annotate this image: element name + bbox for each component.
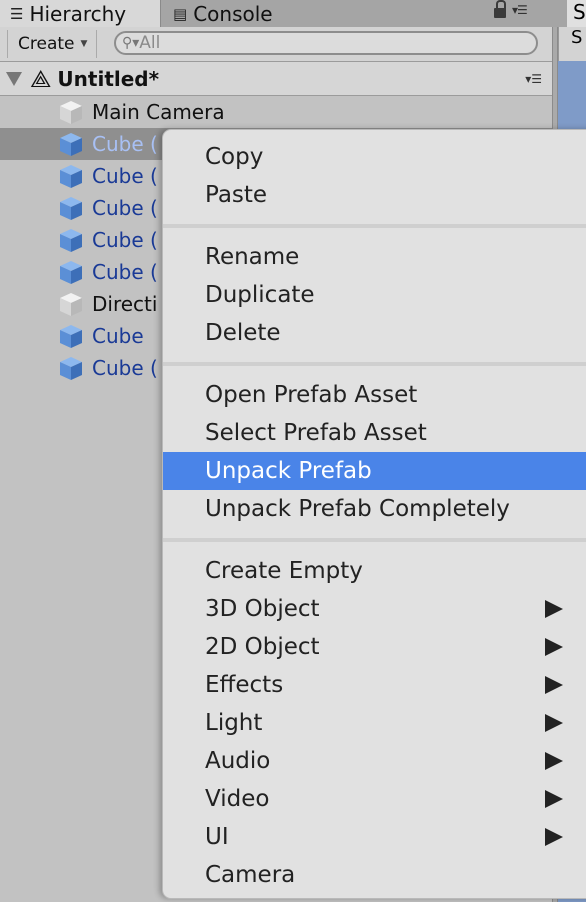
- prefab-cube-icon: [58, 259, 84, 285]
- menu-item-create-empty[interactable]: Create Empty: [163, 552, 586, 590]
- prefab-cube-icon: [58, 323, 84, 349]
- menu-separator: [163, 224, 586, 228]
- submenu-arrow-icon: [545, 790, 563, 808]
- menu-item-label: Effects: [205, 672, 284, 698]
- menu-item-label: Duplicate: [205, 282, 315, 308]
- unity-logo-icon: ⟁: [30, 64, 52, 93]
- tab-hierarchy[interactable]: ☰ Hierarchy: [0, 0, 161, 27]
- tab-hierarchy-label: Hierarchy: [29, 1, 127, 26]
- menu-item-label: Paste: [205, 182, 268, 208]
- gameobject-icon: [58, 291, 84, 317]
- menu-item-select-prefab-asset[interactable]: Select Prefab Asset: [163, 414, 586, 452]
- submenu-arrow-icon: [545, 600, 563, 618]
- menu-item-open-prefab-asset[interactable]: Open Prefab Asset: [163, 376, 586, 414]
- menu-item-paste[interactable]: Paste: [163, 176, 586, 214]
- context-menu: Copy Paste Rename Duplicate Delete Open Prefa…: [162, 129, 586, 899]
- menu-item-video[interactable]: Video: [163, 780, 586, 818]
- tab-bar: ☰ Hierarchy ▤ Console ▾☰ S: [0, 0, 586, 27]
- foldout-arrow-icon[interactable]: [6, 71, 22, 86]
- prefab-cube-icon: [58, 227, 84, 253]
- menu-item-label: Unpack Prefab Completely: [205, 496, 510, 522]
- list-icon: ☰: [10, 4, 24, 23]
- menu-item-unpack-prefab-completely[interactable]: Unpack Prefab Completely: [163, 490, 586, 528]
- hierarchy-item-label: Main Camera: [92, 100, 225, 124]
- prefab-cube-icon: [58, 163, 84, 189]
- gameobject-icon: [58, 99, 84, 125]
- menu-item-audio[interactable]: Audio: [163, 742, 586, 780]
- scene-menu-icon[interactable]: ▾☰: [525, 72, 542, 86]
- tab-console[interactable]: ▤ Console: [163, 0, 383, 27]
- menu-item-effects[interactable]: Effects: [163, 666, 586, 704]
- menu-item-3d-object[interactable]: 3D Object: [163, 590, 586, 628]
- menu-item-label: Unpack Prefab: [205, 458, 372, 484]
- submenu-arrow-icon: [545, 714, 563, 732]
- menu-item-delete[interactable]: Delete: [163, 314, 586, 352]
- menu-item-label: 2D Object: [205, 634, 320, 660]
- submenu-arrow-icon: [545, 676, 563, 694]
- menu-item-light[interactable]: Light: [163, 704, 586, 742]
- menu-item-unpack-prefab[interactable]: Unpack Prefab: [163, 452, 586, 490]
- menu-item-label: Open Prefab Asset: [205, 382, 418, 408]
- hierarchy-item-label: Cube (: [92, 196, 158, 220]
- scene-toolbar: S: [558, 27, 586, 61]
- submenu-arrow-icon: [545, 638, 563, 656]
- menu-item-2d-object[interactable]: 2D Object: [163, 628, 586, 666]
- menu-item-duplicate[interactable]: Duplicate: [163, 276, 586, 314]
- panel-menu-icon[interactable]: ▾☰: [512, 3, 528, 17]
- submenu-arrow-icon: [545, 752, 563, 770]
- hierarchy-item-label: Cube (: [92, 356, 158, 380]
- submenu-arrow-icon: [545, 828, 563, 846]
- hierarchy-item-label: Cube (: [92, 164, 158, 188]
- hierarchy-item-label: Cube (: [92, 228, 158, 252]
- chevron-down-icon: ▼: [80, 39, 88, 49]
- menu-separator: [163, 362, 586, 366]
- menu-item-label: Camera: [205, 862, 296, 888]
- hierarchy-item-label: Directi: [92, 292, 158, 316]
- menu-item-label: Create Empty: [205, 558, 363, 584]
- tab-controls: ▾☰: [494, 0, 528, 18]
- menu-item-label: Audio: [205, 748, 271, 774]
- menu-item-label: Select Prefab Asset: [205, 420, 427, 446]
- console-icon: ▤: [173, 4, 188, 23]
- hierarchy-toolbar: Create ▼ ⚲▾ All: [0, 27, 552, 62]
- menu-item-label: Copy: [205, 144, 264, 170]
- menu-item-copy[interactable]: Copy: [163, 138, 586, 176]
- menu-item-label: Delete: [205, 320, 281, 346]
- menu-item-label: UI: [205, 824, 229, 850]
- prefab-cube-icon: [58, 355, 84, 381]
- hierarchy-item-label: Cube (: [92, 260, 158, 284]
- menu-item-label: Light: [205, 710, 263, 736]
- menu-item-camera[interactable]: Camera: [163, 856, 586, 894]
- menu-item-label: Rename: [205, 244, 300, 270]
- tab-console-label: Console: [193, 1, 273, 26]
- menu-item-rename[interactable]: Rename: [163, 238, 586, 276]
- search-input[interactable]: ⚲▾ All: [114, 31, 538, 55]
- create-label: Create: [18, 34, 75, 54]
- prefab-cube-icon: [58, 131, 84, 157]
- hierarchy-item-label: Cube: [92, 324, 144, 348]
- scene-name: Untitled*: [57, 66, 160, 91]
- menu-item-label: Video: [205, 786, 270, 812]
- lock-icon[interactable]: [494, 0, 506, 18]
- menu-separator: [163, 538, 586, 542]
- scene-header[interactable]: ⟁ Untitled* ▾☰: [0, 62, 552, 96]
- search-placeholder: All: [139, 33, 161, 53]
- prefab-cube-icon: [58, 195, 84, 221]
- menu-item-label: 3D Object: [205, 596, 320, 622]
- hierarchy-item-label: Cube (: [92, 132, 158, 156]
- tab-scene[interactable]: S: [567, 0, 586, 27]
- hierarchy-item[interactable]: Main Camera: [0, 96, 552, 128]
- menu-item-ui[interactable]: UI: [163, 818, 586, 856]
- create-dropdown[interactable]: Create ▼: [7, 30, 97, 58]
- search-icon: ⚲▾: [122, 35, 140, 51]
